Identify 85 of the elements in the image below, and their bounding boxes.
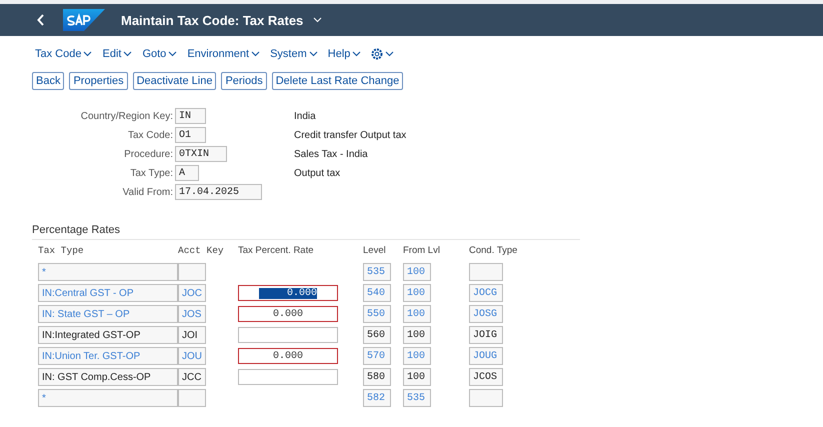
menu-item[interactable]: Help <box>328 48 362 60</box>
from-level-field[interactable]: 100 <box>403 305 431 323</box>
toolbar-button[interactable]: Properties <box>69 72 128 90</box>
from-level-field[interactable]: 100 <box>403 284 431 302</box>
from-level-field[interactable]: 100 <box>403 368 431 386</box>
menu-item[interactable]: Goto <box>142 48 178 60</box>
field-label: Country/Region Key: <box>80 110 174 122</box>
tax-type-field[interactable]: IN:Union Ter. GST-OP <box>38 347 178 365</box>
field-label: Tax Type: <box>129 168 174 178</box>
condition-type-field[interactable]: JOIG <box>469 326 503 344</box>
toolbar-button[interactable]: Delete Last Rate Change <box>272 72 404 90</box>
tax-type-field[interactable]: * <box>38 263 178 281</box>
rate-field[interactable] <box>238 327 338 343</box>
field-label: Procedure: <box>123 148 174 160</box>
from-level-field[interactable]: 100 <box>403 263 431 281</box>
chevron-down-icon <box>308 51 318 57</box>
input-field[interactable]: O1 <box>175 127 206 143</box>
condition-type-field[interactable] <box>469 263 503 281</box>
input-field[interactable]: IN <box>175 108 206 124</box>
settings-icon <box>371 48 384 60</box>
rate-field[interactable]: 0.000 <box>238 306 338 322</box>
field-description: India <box>293 110 317 122</box>
level-field[interactable]: 535 <box>363 263 391 281</box>
menu-item[interactable]: Edit <box>102 48 132 60</box>
chevron-down-icon <box>251 51 260 57</box>
level-field[interactable]: 540 <box>363 284 391 302</box>
tax-type-field[interactable]: IN: GST Comp.Cess-OP <box>38 368 178 386</box>
tax-type-field[interactable]: * <box>38 389 178 407</box>
acct-key-field[interactable]: JOS <box>178 305 206 323</box>
chevron-down-icon <box>385 51 394 57</box>
acct-key-field[interactable]: JCC <box>178 368 206 386</box>
column-header: Level <box>363 245 387 258</box>
acct-key-field[interactable] <box>178 263 206 281</box>
field-label: Valid From: <box>122 186 174 198</box>
input-field[interactable]: 0TXIN <box>175 146 227 162</box>
column-header: Cond. Type <box>469 245 518 258</box>
column-header: Tax Percent. Rate <box>238 245 315 258</box>
level-field[interactable]: 582 <box>363 389 391 407</box>
field-description: Sales Tax - India <box>293 148 369 160</box>
field-label: Tax Code: <box>126 130 174 140</box>
section-title: Percentage Rates <box>32 224 580 240</box>
menu-item[interactable]: System <box>270 48 318 60</box>
acct-key-field[interactable] <box>178 389 206 407</box>
chevron-down-icon <box>83 51 92 57</box>
acct-key-field[interactable]: JOI <box>178 326 206 344</box>
tax-type-field[interactable]: IN: State GST – OP <box>38 305 178 323</box>
chevron-down-icon <box>313 17 322 23</box>
level-field[interactable]: 580 <box>363 368 391 386</box>
toolbar-button[interactable]: Back <box>32 72 64 90</box>
level-field[interactable]: 550 <box>363 305 391 323</box>
condition-type-field[interactable]: JOUG <box>469 347 503 365</box>
column-header: Acct Key <box>178 245 225 258</box>
menu-item[interactable]: Tax Code <box>35 48 92 60</box>
condition-type-field[interactable] <box>469 389 503 407</box>
toolbar-button[interactable]: Deactivate Line <box>132 72 216 90</box>
acct-key-field[interactable]: JOU <box>178 347 206 365</box>
page-title: Maintain Tax Code: Tax Rates <box>121 12 304 28</box>
menu-item[interactable]: Environment <box>187 48 260 60</box>
back-icon[interactable] <box>37 14 45 26</box>
rate-field[interactable] <box>238 369 338 385</box>
settings-menu[interactable] <box>371 48 394 60</box>
from-level-field[interactable]: 535 <box>403 389 431 407</box>
level-field[interactable]: 570 <box>363 347 391 365</box>
input-field[interactable]: 17.04.2025 <box>175 184 262 200</box>
chevron-down-icon <box>352 51 362 57</box>
logo <box>63 9 105 31</box>
tax-type-field[interactable]: IN:Integrated GST-OP <box>38 326 178 344</box>
column-header: Tax Type <box>38 245 85 258</box>
rate-field[interactable]: 0.000 <box>238 285 338 301</box>
condition-type-field[interactable]: JOCG <box>469 284 503 302</box>
condition-type-field[interactable]: JCOS <box>469 368 503 386</box>
toolbar-button[interactable]: Periods <box>221 72 267 90</box>
from-level-field[interactable]: 100 <box>403 347 431 365</box>
field-description: Credit transfer Output tax <box>293 130 408 140</box>
chevron-down-icon <box>123 51 132 57</box>
chevron-down-icon <box>168 51 178 57</box>
from-level-field[interactable]: 100 <box>403 326 431 344</box>
column-header: From Lvl <box>403 245 441 258</box>
level-field[interactable]: 560 <box>363 326 391 344</box>
field-description: Output tax <box>293 168 342 178</box>
rate-field[interactable]: 0.000 <box>238 348 338 364</box>
acct-key-field[interactable]: JOC <box>178 284 206 302</box>
tax-type-field[interactable]: IN:Central GST - OP <box>38 284 178 302</box>
input-field[interactable]: A <box>175 165 199 181</box>
condition-type-field[interactable]: JOSG <box>469 305 503 323</box>
